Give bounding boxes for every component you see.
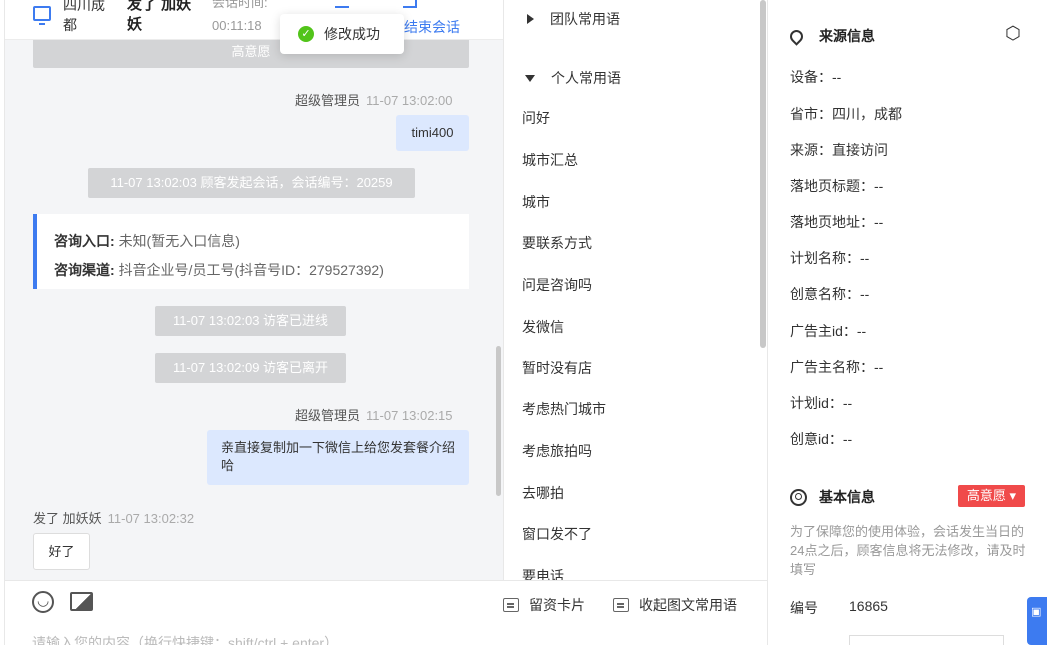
visitor-location: 四川成都	[63, 0, 105, 33]
location-pin-icon	[787, 26, 806, 46]
phrase-item[interactable]: 去哪拍	[522, 483, 564, 503]
source-info-title: 来源信息	[819, 28, 875, 44]
message-text: timi400	[411, 125, 454, 140]
phrase-item[interactable]: 要联系方式	[522, 233, 592, 253]
creative-name-field: 创意名称：--	[790, 286, 870, 302]
check-icon: ✓	[298, 26, 314, 42]
sender-name: 超级管理员	[295, 93, 361, 108]
next-field-input[interactable]	[849, 635, 1004, 645]
advertiser-id-field: 广告主id：--	[790, 323, 867, 339]
message-time: 11-07 13:02:00	[366, 93, 453, 108]
sender-name: 超级管理员	[295, 408, 361, 423]
image-icon[interactable]	[70, 592, 93, 611]
basic-info-header: 基本信息	[790, 487, 875, 507]
province-field: 省市：四川，成都	[790, 106, 902, 122]
message-time: 11-07 13:02:32	[107, 511, 195, 526]
advertiser-name-field: 广告主名称：--	[790, 359, 884, 375]
toast-text: 修改成功	[324, 26, 380, 42]
personal-phrases-group[interactable]: 个人常用语	[524, 68, 621, 88]
lead-card-button[interactable]: 留资卡片	[503, 595, 585, 615]
agent-message: timi400	[396, 115, 469, 151]
caret-down-icon	[525, 74, 535, 82]
phrase-item[interactable]: 发微信	[522, 317, 564, 337]
caret-right-icon	[527, 14, 534, 24]
end-session-button[interactable]: 结束会话	[404, 17, 460, 37]
inquiry-info-card: 咨询入口: 未知(暂无入口信息) 咨询渠道: 抖音企业号/员工号(抖音号ID：2…	[33, 214, 469, 289]
message-time: 11-07 13:02:15	[366, 408, 453, 423]
session-time-label: 会话时间:	[212, 0, 268, 10]
phrase-item[interactable]: 城市汇总	[522, 150, 578, 170]
system-leave-text: 11-07 13:02:09 访客已离开	[172, 360, 329, 375]
collapse-phrases-label: 收起图文常用语	[639, 597, 737, 613]
chat-panel: 高意愿 超级管理员 11-07 13:02:00 timi400 11-07 13…	[0, 0, 503, 645]
entry-label: 咨询入口:	[54, 233, 115, 249]
phrase-item[interactable]: 问是咨询吗	[522, 275, 592, 295]
emoji-icon[interactable]	[32, 591, 54, 613]
transfer-icon[interactable]	[335, 0, 349, 8]
chat-scrollbar[interactable]	[496, 346, 501, 496]
collapse-phrases-button[interactable]: 收起图文常用语	[613, 595, 737, 615]
system-message: 11-07 13:02:03 访客已进线	[155, 306, 346, 336]
device-field: 设备：--	[790, 69, 842, 85]
message-text: 亲直接复制加一下微信上给您发套餐介绍哈	[221, 440, 456, 473]
phrases-scrollbar[interactable]	[760, 0, 766, 348]
system-enter-text: 11-07 13:02:03 访客已进线	[172, 313, 329, 328]
edit-notice: 为了保障您的使用体验，会话发生当日的24点之后，顾客信息将无法修改，请及时填写	[790, 524, 1026, 577]
sender-name: 发了 加妖妖	[33, 511, 102, 526]
session-time: 00:11:18	[212, 18, 262, 33]
phrase-item[interactable]: 窗口发不了	[522, 524, 592, 544]
landing-url-field: 落地页地址：--	[790, 214, 884, 230]
visitor-message: 好了	[33, 533, 90, 570]
phrase-item[interactable]: 暂时没有店	[522, 358, 592, 378]
landing-title-field: 落地页标题：--	[790, 178, 884, 194]
success-toast: ✓ 修改成功	[280, 14, 404, 54]
monitor-icon	[33, 6, 51, 25]
visitor-name: 发了 加妖妖	[127, 0, 192, 33]
channel-label: 咨询渠道:	[54, 262, 115, 278]
team-phrases-group[interactable]: 团队常用语	[524, 9, 620, 29]
id-value: 16865	[849, 598, 888, 614]
creative-id-field: 创意id：--	[790, 431, 853, 447]
card-icon	[503, 598, 519, 612]
message-icon	[613, 598, 629, 612]
floating-service-button[interactable]: ▣	[1027, 597, 1047, 645]
agent-message: 亲直接复制加一下微信上给您发套餐介绍哈	[207, 430, 469, 485]
group-label: 个人常用语	[551, 70, 621, 86]
intent-badge[interactable]: 高意愿 ▾	[958, 485, 1025, 507]
top-notice-text: 高意愿	[231, 44, 271, 59]
message-meta: 超级管理员 11-07 13:02:00	[295, 90, 453, 109]
message-composer: 留资卡片 收起图文常用语 请输入您的内容（换行快捷键：shift/ctrl + …	[5, 580, 767, 645]
exit-icon[interactable]	[403, 0, 417, 8]
customer-info-panel: 来源信息 ⬡ 设备：-- 省市：四川，成都 来源：直接访问 落地页标题：-- 落…	[767, 0, 1047, 645]
channel-value: 抖音企业号/员工号(抖音号ID：279527392)	[118, 262, 384, 278]
basic-info-title: 基本信息	[819, 489, 875, 505]
plan-name-field: 计划名称：--	[790, 250, 870, 266]
lead-card-label: 留资卡片	[529, 597, 585, 613]
source-info-header: 来源信息	[787, 26, 875, 46]
system-message: 11-07 13:02:09 访客已离开	[155, 353, 346, 383]
message-text: 好了	[48, 544, 75, 559]
message-meta: 超级管理员 11-07 13:02:15	[295, 405, 453, 424]
phrase-item[interactable]: 城市	[522, 192, 550, 212]
phrase-item[interactable]: 问好	[522, 108, 550, 128]
plan-id-field: 计划id：--	[790, 395, 853, 411]
phrases-panel: 团队常用语 个人常用语 问好 城市汇总 城市 要联系方式 问是咨询吗 发微信 暂…	[503, 0, 767, 645]
left-edge	[0, 0, 5, 645]
message-meta: 发了 加妖妖 11-07 13:02:32	[33, 508, 194, 527]
user-icon	[790, 488, 807, 506]
phrase-item[interactable]: 考虑热门城市	[522, 399, 606, 419]
chat-header: 四川成都 发了 加妖妖 会话时间: 00:11:18 结束会话	[5, 0, 503, 40]
intent-badge-label: 高意愿	[966, 488, 1006, 503]
settings-hex-icon[interactable]: ⬡	[1005, 23, 1021, 44]
source-field: 来源：直接访问	[790, 142, 888, 158]
system-start-text: 11-07 13:02:03 顾客发起会话，会话编号：20259	[110, 175, 393, 190]
group-label: 团队常用语	[550, 11, 620, 27]
phrase-item[interactable]: 考虑旅拍吗	[522, 441, 592, 461]
entry-value: 未知(暂无入口信息)	[118, 233, 240, 249]
id-label: 编号	[790, 600, 818, 616]
message-input[interactable]: 请输入您的内容（换行快捷键：shift/ctrl + enter）	[32, 633, 338, 645]
system-message: 11-07 13:02:03 顾客发起会话，会话编号：20259	[88, 168, 415, 198]
